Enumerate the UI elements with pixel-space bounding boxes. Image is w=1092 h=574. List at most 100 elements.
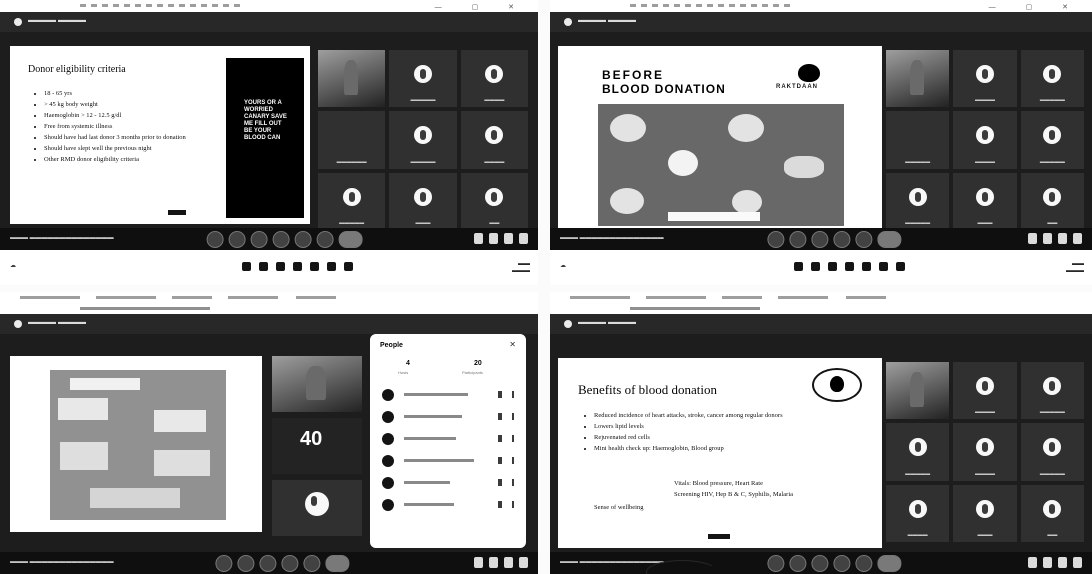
list-item[interactable] bbox=[378, 384, 518, 406]
raise-hand-button[interactable] bbox=[272, 231, 290, 248]
mic-button[interactable] bbox=[767, 555, 785, 572]
mail-icon[interactable] bbox=[895, 262, 905, 271]
camera-button[interactable] bbox=[237, 555, 255, 572]
list-item[interactable] bbox=[378, 472, 518, 494]
participant-tile[interactable]: ▬▬▬▬▬ bbox=[1020, 362, 1084, 420]
activities-icon[interactable] bbox=[1073, 557, 1082, 568]
camera-button[interactable] bbox=[789, 555, 807, 572]
info-icon[interactable] bbox=[474, 233, 483, 244]
participant-tile[interactable]: ▬▬▬▬ bbox=[460, 50, 528, 108]
raise-hand-button[interactable] bbox=[833, 555, 851, 572]
participant-tile[interactable]: ▬▬▬▬ bbox=[953, 423, 1017, 481]
participant-tile[interactable] bbox=[318, 50, 386, 108]
record-icon bbox=[14, 18, 22, 26]
info-icon[interactable] bbox=[1028, 233, 1037, 244]
participant-tile[interactable]: ▬▬▬▬▬ bbox=[389, 111, 457, 169]
participant-tile[interactable]: ▬▬▬▬▬ bbox=[886, 423, 950, 481]
list-item[interactable] bbox=[378, 406, 518, 428]
participant-tile[interactable]: ▬▬▬▬▬ bbox=[389, 50, 457, 108]
participant-tile[interactable]: ▬▬▬ bbox=[389, 172, 457, 230]
browser-icon[interactable] bbox=[844, 262, 854, 271]
captions-button[interactable] bbox=[811, 231, 829, 248]
app-icon[interactable] bbox=[861, 262, 871, 271]
browser-icon[interactable] bbox=[293, 262, 303, 271]
participant-tile[interactable]: ▬▬ bbox=[460, 172, 528, 230]
participant-tile[interactable] bbox=[272, 480, 362, 536]
end-call-button[interactable] bbox=[877, 231, 902, 248]
start-icon[interactable] bbox=[793, 262, 803, 271]
mic-button[interactable] bbox=[767, 231, 785, 248]
slide-title: Donor eligibility criteria bbox=[28, 64, 126, 75]
end-call-button[interactable] bbox=[877, 555, 902, 572]
address-bar[interactable] bbox=[550, 303, 1092, 314]
participant-tile[interactable]: ▬▬▬ bbox=[953, 172, 1017, 230]
store-icon[interactable] bbox=[327, 262, 337, 271]
people-icon[interactable] bbox=[489, 233, 498, 244]
raise-hand-button[interactable] bbox=[281, 555, 299, 572]
list-item[interactable] bbox=[378, 494, 518, 516]
participant-tile[interactable]: ▬▬▬▬ bbox=[953, 111, 1017, 169]
camera-button[interactable] bbox=[789, 231, 807, 248]
people-icon[interactable] bbox=[489, 557, 498, 568]
participant-tile[interactable]: ▬▬▬▬▬ bbox=[886, 172, 950, 230]
activities-icon[interactable] bbox=[519, 557, 528, 568]
slide-nav-button[interactable] bbox=[168, 210, 186, 215]
search-icon[interactable] bbox=[259, 262, 269, 271]
mic-button[interactable] bbox=[215, 555, 233, 572]
participant-tile[interactable]: ▬▬▬▬▬ bbox=[318, 172, 386, 230]
info-icon[interactable] bbox=[1028, 557, 1037, 568]
participant-tile[interactable]: ▬▬ bbox=[1020, 172, 1084, 230]
chat-icon[interactable] bbox=[1058, 233, 1067, 244]
participant-tile[interactable]: ▬▬▬▬▬ bbox=[1020, 423, 1084, 481]
info-icon[interactable] bbox=[474, 557, 483, 568]
present-button[interactable] bbox=[855, 555, 873, 572]
end-call-button[interactable] bbox=[325, 555, 350, 572]
end-call-button[interactable] bbox=[338, 231, 363, 248]
captions-button[interactable] bbox=[811, 555, 829, 572]
slide-nav-button[interactable] bbox=[708, 534, 730, 539]
captions-button[interactable] bbox=[259, 555, 277, 572]
close-icon[interactable]: ✕ bbox=[509, 340, 516, 349]
participant-tile[interactable]: ▬▬▬▬ bbox=[953, 50, 1017, 108]
files-icon[interactable] bbox=[827, 262, 837, 271]
store-icon[interactable] bbox=[878, 262, 888, 271]
participant-tile[interactable]: ▬▬▬▬▬ bbox=[1020, 50, 1084, 108]
files-icon[interactable] bbox=[276, 262, 286, 271]
list-item[interactable] bbox=[378, 428, 518, 450]
chat-icon[interactable] bbox=[504, 557, 513, 568]
chat-icon[interactable] bbox=[504, 233, 513, 244]
chat-icon[interactable] bbox=[1058, 557, 1067, 568]
camera-button[interactable] bbox=[228, 231, 246, 248]
search-icon[interactable] bbox=[810, 262, 820, 271]
activities-icon[interactable] bbox=[1073, 233, 1082, 244]
participant-tile[interactable]: ▬▬▬▬▬ bbox=[1020, 111, 1084, 169]
mail-icon[interactable] bbox=[344, 262, 354, 271]
captions-button[interactable] bbox=[250, 231, 268, 248]
app-icon[interactable] bbox=[310, 262, 320, 271]
people-icon[interactable] bbox=[1043, 233, 1052, 244]
participant-tile[interactable]: ▬▬▬▬ bbox=[953, 362, 1017, 420]
start-icon[interactable] bbox=[242, 262, 252, 271]
participant-tile[interactable]: ▬▬▬ bbox=[953, 484, 1017, 542]
participant-tile[interactable]: ▬▬▬▬ bbox=[460, 111, 528, 169]
participant-tile[interactable]: ▬▬▬▬▬▬ bbox=[318, 111, 386, 169]
people-icon[interactable] bbox=[1043, 557, 1052, 568]
participant-tile[interactable] bbox=[886, 50, 950, 108]
activities-icon[interactable] bbox=[519, 233, 528, 244]
present-button[interactable] bbox=[294, 231, 312, 248]
participant-tile[interactable]: ▬▬ bbox=[1020, 484, 1084, 542]
avatar bbox=[975, 187, 994, 206]
participant-tile[interactable] bbox=[886, 362, 950, 420]
list-item[interactable] bbox=[378, 450, 518, 472]
more-options-button[interactable] bbox=[316, 231, 334, 248]
address-bar[interactable] bbox=[0, 303, 538, 314]
present-button[interactable] bbox=[303, 555, 321, 572]
participant-tile[interactable]: 40 bbox=[272, 418, 362, 474]
present-button[interactable] bbox=[855, 231, 873, 248]
mic-button[interactable] bbox=[206, 231, 224, 248]
participant-tile[interactable]: ▬▬▬▬▬ bbox=[886, 111, 950, 169]
participant-tile[interactable]: ▬▬▬▬ bbox=[886, 484, 950, 542]
raise-hand-button[interactable] bbox=[833, 231, 851, 248]
participant-tile[interactable] bbox=[272, 356, 362, 412]
avatar bbox=[1043, 65, 1062, 84]
